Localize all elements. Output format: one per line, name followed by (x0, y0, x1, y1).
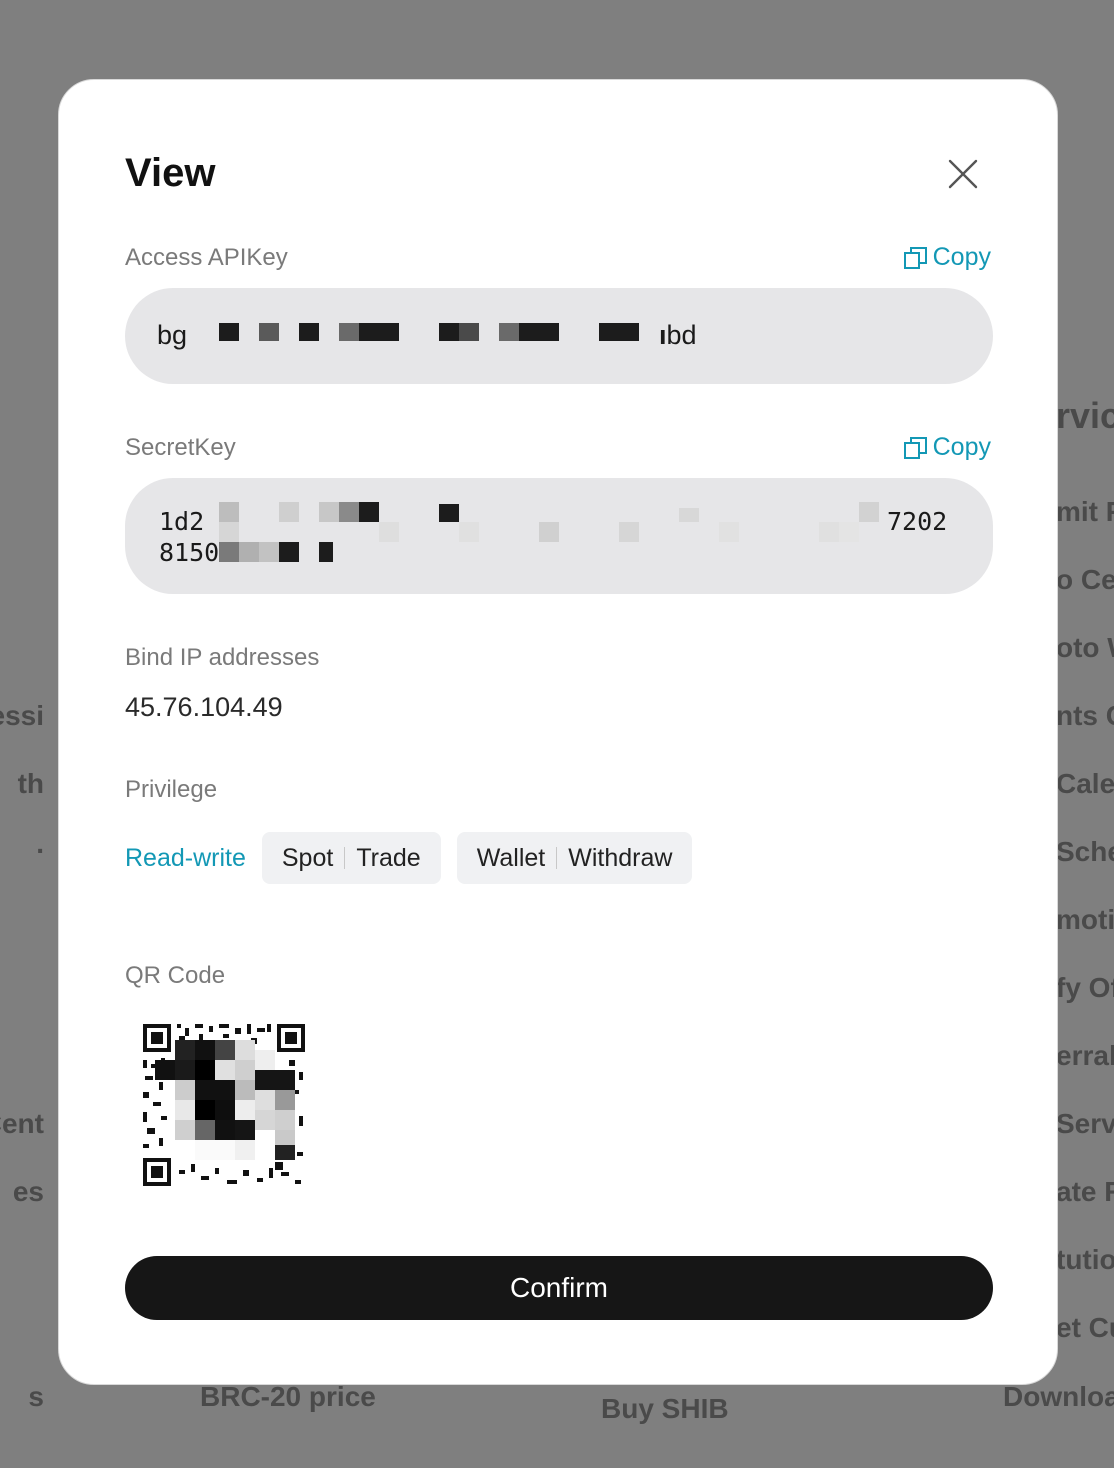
chip-divider (556, 847, 558, 869)
access-key-value-start: bg (157, 320, 188, 350)
redaction-block (219, 522, 239, 542)
bg-bottom-link: Buy SHIB (601, 1393, 729, 1424)
redaction-block (859, 502, 879, 522)
privilege-label: Privilege (125, 776, 218, 803)
redaction-block (319, 502, 339, 522)
bg-right-item: o Cen (1056, 564, 1114, 595)
redaction-block (439, 504, 459, 522)
bg-right-item: nts C (1056, 700, 1114, 731)
redaction-block (619, 522, 639, 542)
bg-right-heading: rvice (1056, 395, 1114, 436)
redaction-block (819, 522, 839, 542)
qr-code-label: QR Code (125, 962, 226, 989)
bg-right-item: ate R (1056, 1176, 1114, 1207)
chip-right-label: Withdraw (568, 843, 673, 872)
secret-key-line1-start: 1d2 (159, 507, 205, 536)
qr-code-image (139, 1020, 309, 1190)
bg-right-item: et Cu (1056, 1312, 1114, 1343)
bg-left-item: es (12, 1176, 44, 1207)
close-button[interactable] (945, 156, 981, 192)
privilege-level: Read-write (125, 843, 246, 872)
bg-left-item: Cent (0, 1108, 44, 1139)
redaction-block (339, 323, 359, 341)
bg-left-item: th (17, 768, 44, 799)
access-key-label: Access APIKey (125, 244, 288, 271)
redaction-block (319, 542, 333, 562)
privilege-row: Read-write Spot Trade Wallet Withdraw (125, 832, 693, 884)
redaction-block (499, 323, 519, 341)
redaction-block (379, 522, 399, 542)
bg-right-item: oto W (1056, 632, 1114, 663)
redaction-block (359, 502, 379, 522)
bind-ip-value: 45.76.104.49 (125, 692, 283, 722)
chip-divider (344, 847, 346, 869)
secret-key-label: SecretKey (125, 434, 236, 461)
close-icon (948, 159, 978, 189)
redaction-block (279, 502, 299, 522)
redaction-block (259, 542, 279, 562)
redaction-block (719, 522, 739, 542)
copy-icon (903, 246, 927, 269)
copy-label: Copy (932, 243, 991, 271)
copy-access-key-button[interactable]: Copy (903, 243, 991, 272)
redaction-block (439, 323, 459, 341)
bg-left-item: . (36, 828, 44, 859)
redaction-block (239, 542, 259, 562)
bg-right-item: Sche (1056, 836, 1114, 867)
redaction-block (459, 323, 479, 341)
privilege-chip-spot: Spot Trade (261, 832, 441, 884)
bg-right-item: Downloa (1003, 1381, 1114, 1412)
redaction-block (259, 323, 279, 341)
qr-code-icon (139, 1020, 309, 1190)
redaction-block (279, 542, 299, 562)
copy-secret-key-button[interactable]: Copy (903, 433, 991, 462)
bind-ip-label: Bind IP addresses (125, 644, 320, 671)
bg-right-item: fy Of (1056, 972, 1114, 1003)
redaction-block (839, 522, 859, 542)
redaction-block (299, 323, 319, 341)
bg-right-item: erral I (1056, 1040, 1114, 1071)
redaction-block (599, 323, 639, 341)
privilege-chip-wallet: Wallet Withdraw (456, 832, 693, 884)
redaction-block (359, 323, 399, 341)
secret-key-line2-start: 8150 (159, 538, 220, 567)
bg-right-item: Servi (1056, 1108, 1114, 1139)
redaction-block (219, 323, 239, 341)
redaction-block (519, 323, 559, 341)
bg-right-item: Cale (1056, 768, 1114, 799)
bg-left-item: s (28, 1381, 44, 1412)
redaction-block (339, 502, 359, 522)
secret-key-field[interactable]: 1d2 7202 8150 (125, 478, 993, 594)
redaction-block (539, 522, 559, 542)
chip-right-label: Trade (356, 843, 421, 872)
modal-title: View (125, 151, 216, 195)
secret-key-line1-end: 7202 (887, 507, 948, 536)
access-key-field[interactable]: bg ıbd (125, 288, 993, 384)
view-api-key-modal: View Access APIKey Copy bg ıbd SecretKey (58, 79, 1058, 1385)
redaction-block (459, 522, 479, 542)
redaction-block (679, 508, 699, 522)
bg-right-item: tutio (1056, 1244, 1114, 1275)
confirm-button[interactable]: Confirm (125, 1256, 993, 1320)
bg-bottom-link: BRC-20 price (200, 1381, 376, 1412)
bg-right-item: motio (1056, 904, 1114, 935)
copy-label: Copy (932, 433, 991, 461)
chip-left-label: Wallet (476, 843, 546, 872)
copy-icon (903, 436, 927, 459)
redaction-block (219, 502, 239, 522)
bg-left-item: essi (0, 700, 44, 731)
redaction-block (219, 542, 239, 562)
bg-right-item: mit F (1056, 496, 1114, 527)
chip-left-label: Spot (281, 843, 334, 872)
access-key-value-end: ıbd (659, 320, 697, 350)
